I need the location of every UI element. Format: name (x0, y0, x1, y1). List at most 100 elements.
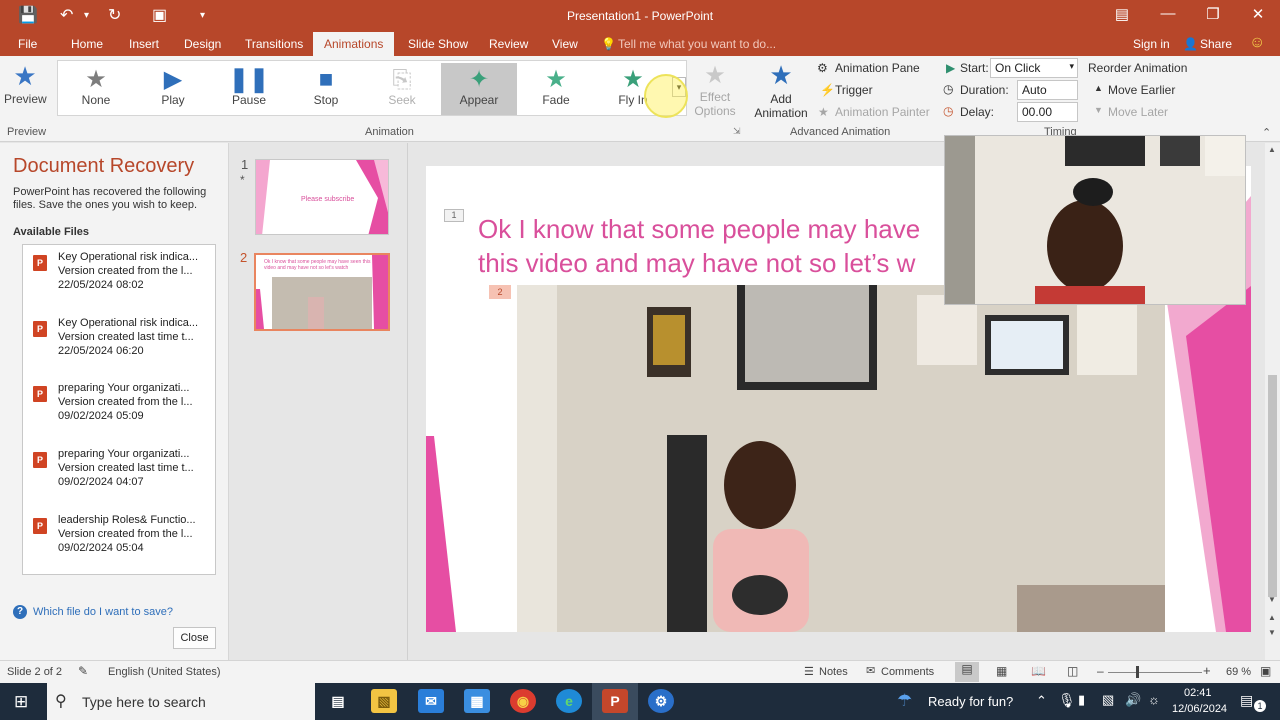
animation-painter-button[interactable]: Animation Painter (835, 105, 930, 119)
effect-options-button[interactable]: ★ Effect Options (690, 62, 740, 118)
store-icon[interactable]: ▦ (464, 689, 490, 713)
sign-in-link[interactable]: Sign in (1133, 37, 1170, 51)
animation-marker-1[interactable]: 1 (444, 209, 464, 222)
close-icon[interactable]: ✕ (1235, 5, 1280, 23)
move-later-button[interactable]: Move Later (1108, 105, 1168, 119)
clock-date[interactable]: 12/06/2024 (1172, 703, 1227, 715)
which-file-help-link[interactable]: Which file do I want to save? (33, 606, 173, 618)
edge-icon[interactable]: e (556, 689, 582, 713)
notes-button[interactable]: Notes (819, 666, 848, 678)
reading-view-icon[interactable]: 📖 (1031, 664, 1046, 678)
slide-sorter-icon[interactable]: ▦ (996, 664, 1007, 678)
list-item[interactable]: P Key Operational risk indica... Version… (23, 249, 215, 309)
windows-start-icon[interactable]: ⊞ (14, 692, 28, 712)
animation-marker-2[interactable]: 2 (489, 285, 511, 299)
preview-button[interactable]: ★ Preview (4, 60, 47, 120)
minimize-icon[interactable]: — (1145, 5, 1191, 22)
share-button[interactable]: Share (1200, 37, 1232, 51)
duration-stepper[interactable]: Auto (1017, 80, 1078, 100)
animation-play[interactable]: ▶ Play (135, 63, 211, 115)
slide-thumbnail-1[interactable]: Please subscribe (255, 159, 389, 235)
tab-design[interactable]: Design (184, 37, 221, 51)
speaker-icon[interactable]: 🔊 (1125, 692, 1141, 708)
animation-pane-button[interactable]: Animation Pane (835, 61, 920, 75)
weather-icon[interactable]: ☂ (897, 691, 912, 711)
scrollbar-thumb[interactable] (1268, 375, 1277, 597)
slide-title-text[interactable]: Ok I know that some people may have this… (478, 212, 920, 280)
vertical-scrollbar[interactable]: ▲ ▼ ▲ ▼ (1265, 143, 1280, 660)
zoom-in-icon[interactable]: + (1203, 663, 1211, 678)
slide-thumbnail-2[interactable]: Ok I know that some people may have seen… (254, 253, 390, 331)
animation-seek[interactable]: ⎘ Seek (364, 63, 440, 115)
weather-status[interactable]: Ready for fun? (928, 694, 1013, 709)
animation-fade[interactable]: ★ Fade (518, 63, 594, 115)
animation-none[interactable]: ★ None (58, 63, 134, 115)
taskbar-search-box[interactable]: ⚲ Type here to search (47, 683, 315, 720)
wifi-icon[interactable]: ☼ (1148, 692, 1160, 707)
file-explorer-icon[interactable]: ▧ (371, 689, 397, 713)
tab-file[interactable]: File (18, 37, 37, 51)
normal-view-icon[interactable]: ▤ (955, 662, 979, 682)
clock-time[interactable]: 02:41 (1184, 687, 1212, 699)
list-item[interactable]: P preparing Your organizati... Version c… (23, 446, 215, 506)
comments-button[interactable]: Comments (881, 666, 934, 678)
language-indicator[interactable]: English (United States) (108, 666, 221, 678)
zoom-level[interactable]: 69 % (1226, 666, 1251, 678)
video-placeholder[interactable] (517, 285, 1165, 632)
move-earlier-button[interactable]: Move Earlier (1108, 83, 1175, 97)
taskbar-powerpoint-active[interactable]: P (592, 683, 638, 720)
microphone-icon[interactable]: 🎙 (1058, 692, 1076, 709)
list-item[interactable]: P preparing Your organizati... Version c… (23, 380, 215, 440)
feedback-smiley-icon[interactable]: ☺ (1249, 34, 1265, 52)
notifications-icon[interactable]: ▤ (1240, 692, 1253, 709)
scroll-down-icon[interactable]: ▼ (1268, 595, 1276, 604)
delay-stepper[interactable]: 00.00 (1017, 102, 1078, 122)
tell-me-box[interactable]: Tell me what you want to do... (618, 37, 776, 51)
scroll-up-icon[interactable]: ▲ (1268, 145, 1276, 154)
zoom-slider[interactable] (1108, 672, 1202, 673)
recovery-description: PowerPoint has recovered the following f… (13, 186, 207, 211)
slideshow-view-icon[interactable]: ◫ (1067, 664, 1078, 678)
tab-view[interactable]: View (552, 37, 578, 51)
fit-to-window-icon[interactable]: ▣ (1260, 664, 1271, 678)
tab-home[interactable]: Home (71, 37, 103, 51)
delay-label: Delay: (960, 105, 995, 119)
battery-icon[interactable]: ▧ (1102, 692, 1114, 708)
animation-label: None (81, 93, 111, 107)
chrome-icon[interactable]: ◉ (510, 689, 536, 713)
title-bar: 💾 ↶ ▾ ↻ ▣ ▾ Presentation1 - PowerPoint ▤… (0, 0, 1280, 32)
zoom-slider-thumb[interactable] (1136, 666, 1139, 678)
animation-pause[interactable]: ❚❚ Pause (211, 63, 287, 115)
file-name: preparing Your organizati... (58, 448, 190, 460)
restore-icon[interactable]: ❐ (1190, 5, 1236, 23)
list-item[interactable]: P Key Operational risk indica... Version… (23, 315, 215, 375)
tab-animations[interactable]: Animations (313, 32, 395, 56)
task-view-icon[interactable]: ▤ (325, 689, 351, 713)
add-animation-button[interactable]: ★ Add Animation (752, 58, 810, 120)
ribbon-display-icon[interactable]: ▤ (1099, 5, 1145, 23)
fade-star-icon: ★ (545, 66, 567, 93)
show-hidden-icons-icon[interactable]: ⌃ (1036, 693, 1047, 709)
tab-insert[interactable]: Insert (129, 37, 159, 51)
share-icon[interactable]: 👤 (1183, 37, 1198, 51)
tab-transitions[interactable]: Transitions (245, 37, 303, 51)
tab-review[interactable]: Review (489, 37, 528, 51)
powerpoint-file-icon: P (33, 518, 47, 534)
document-recovery-pane: Document Recovery PowerPoint has recover… (0, 143, 229, 660)
list-item[interactable]: P leadership Roles& Functio... Version c… (23, 512, 215, 572)
mail-icon[interactable]: ✉ (418, 689, 444, 713)
animation-stop[interactable]: ■ Stop (288, 63, 364, 115)
zoom-out-icon[interactable]: – (1097, 664, 1104, 678)
next-slide-icon[interactable]: ▼ (1268, 628, 1276, 637)
start-select[interactable]: On Click ▾ (990, 58, 1078, 78)
trigger-button[interactable]: Trigger (835, 83, 873, 97)
close-button[interactable]: Close (173, 627, 216, 649)
tab-slide-show[interactable]: Slide Show (408, 37, 468, 51)
animation-dialog-launcher-icon[interactable]: ⇲ (733, 126, 741, 137)
previous-slide-icon[interactable]: ▲ (1268, 613, 1276, 622)
spell-check-icon[interactable]: ✎ (78, 664, 88, 678)
volume-icon[interactable]: ▮ (1078, 692, 1085, 708)
collapse-ribbon-icon[interactable]: ⌃ (1262, 126, 1271, 139)
recorder-app-icon[interactable]: ⚙ (648, 689, 674, 713)
animation-appear[interactable]: ✦ Appear (441, 63, 517, 115)
